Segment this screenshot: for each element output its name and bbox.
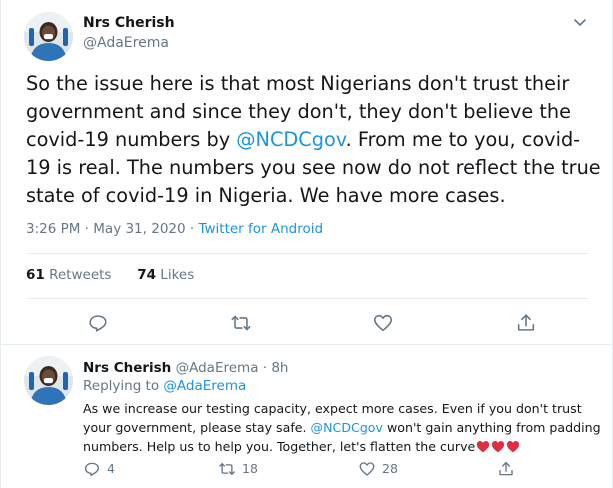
reply-count: 4 — [107, 461, 115, 476]
red-heart-emoji — [492, 440, 505, 453]
replying-prefix: Replying to — [83, 378, 164, 394]
author-display-name[interactable]: Nrs Cherish — [83, 15, 175, 31]
retweet-icon[interactable] — [230, 312, 252, 334]
reply-like-button[interactable]: 28 — [358, 458, 398, 476]
retweets-stat[interactable]: 61 Retweets — [26, 267, 111, 283]
avatar[interactable] — [24, 12, 73, 61]
red-heart-emoji — [507, 440, 520, 453]
tweet-body: So the issue here is that most Nigerians… — [26, 70, 601, 210]
divider — [26, 253, 589, 254]
reply-retweet-button[interactable]: 18 — [218, 458, 258, 476]
replying-to: Replying to @AdaErema — [83, 378, 246, 394]
reply-handle-time[interactable]: @AdaErema · 8h — [176, 360, 289, 376]
heart-outline-icon[interactable] — [372, 312, 394, 334]
share-icon[interactable] — [515, 312, 537, 334]
retweets-label: Retweets — [49, 267, 112, 283]
retweet-count: 18 — [242, 461, 258, 476]
retweets-count: 61 — [26, 267, 45, 283]
replying-handle-link[interactable]: @AdaErema — [163, 378, 246, 394]
divider — [1, 344, 612, 345]
chevron-down-icon[interactable] — [572, 14, 588, 30]
like-count: 28 — [382, 461, 398, 476]
reply-body: As we increase our testing capacity, exp… — [83, 399, 605, 456]
reply-avatar[interactable] — [24, 356, 73, 405]
reply-icon[interactable] — [87, 312, 109, 334]
likes-stat[interactable]: 74 Likes — [137, 267, 194, 283]
tweet-thread: Nrs Cherish @AdaErema So the issue here … — [0, 0, 613, 488]
share-icon — [499, 461, 513, 475]
timestamp[interactable]: 3:26 PM · May 31, 2020 · — [26, 221, 198, 237]
author-handle[interactable]: @AdaErema — [83, 35, 169, 51]
reply-share-button[interactable] — [497, 458, 515, 476]
reply-reply-button[interactable]: 4 — [83, 458, 115, 476]
heart-outline-icon — [359, 461, 375, 476]
reply-icon — [84, 462, 100, 476]
mention-link[interactable]: @NCDCgov — [236, 128, 345, 151]
reply-author-line: Nrs Cherish @AdaErema · 8h — [83, 360, 288, 376]
mention-link[interactable]: @NCDCgov — [311, 420, 383, 435]
source-link[interactable]: Twitter for Android — [198, 221, 323, 237]
likes-count: 74 — [137, 267, 156, 283]
divider — [26, 298, 589, 299]
tweet-meta: 3:26 PM · May 31, 2020 · Twitter for And… — [26, 221, 323, 237]
likes-label: Likes — [160, 267, 195, 283]
engagement-stats: 61 Retweets 74 Likes — [26, 267, 194, 283]
red-heart-emoji — [477, 440, 490, 453]
reply-display-name[interactable]: Nrs Cherish — [83, 360, 171, 376]
retweet-icon — [219, 462, 235, 475]
